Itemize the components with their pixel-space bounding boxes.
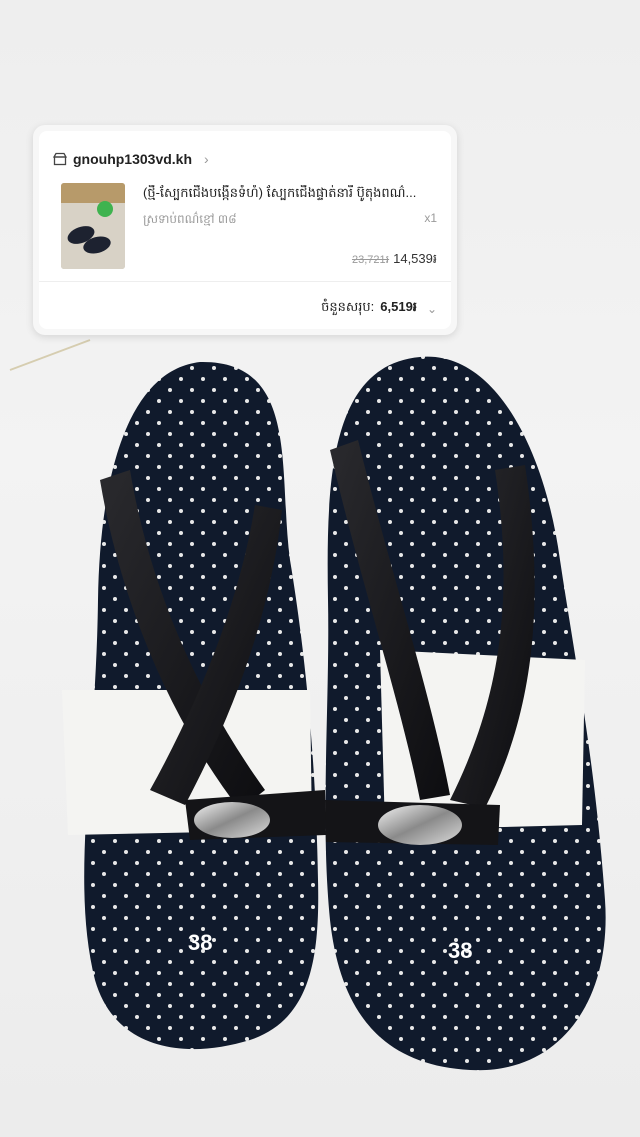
chevron-down-icon: ⌄ xyxy=(426,301,437,316)
shop-link[interactable]: gnouhp1303vd.kh › xyxy=(52,149,209,169)
total-toggle[interactable]: ចំនួនសរុប: 6,519៛ ⌄ xyxy=(321,299,437,318)
divider xyxy=(39,281,451,282)
right-size-label: 38 xyxy=(448,938,473,963)
order-card-inner: gnouhp1303vd.kh › (ថ្មី-ស្បែកជើងបង្កើនទំ… xyxy=(39,131,451,329)
left-size-label: 38 xyxy=(188,930,213,955)
total-label: ចំនួនសរុប: xyxy=(321,299,375,314)
order-card[interactable]: gnouhp1303vd.kh › (ថ្មី-ស្បែកជើងបង្កើនទំ… xyxy=(33,125,457,335)
original-price: 23,721៛ xyxy=(351,254,390,266)
product-variant: ស្រទាប់ពណ៌ខ្មៅ ៣៨ xyxy=(143,212,237,226)
price-group: 23,721៛ 14,539៛ xyxy=(352,251,437,270)
chevron-right-icon: › xyxy=(204,151,209,167)
sale-price: 14,539៛ xyxy=(393,251,437,266)
product-title[interactable]: (ថ្មី-ស្បែកជើងបង្កើនទំហំ) ស្បែកជើងផ្ទាត់… xyxy=(143,185,443,204)
shop-name: gnouhp1303vd.kh xyxy=(73,151,193,167)
product-thumbnail[interactable] xyxy=(61,183,125,269)
total-value: 6,519៛ xyxy=(380,299,417,314)
store-icon xyxy=(52,152,68,166)
product-quantity: x1 xyxy=(424,211,437,225)
